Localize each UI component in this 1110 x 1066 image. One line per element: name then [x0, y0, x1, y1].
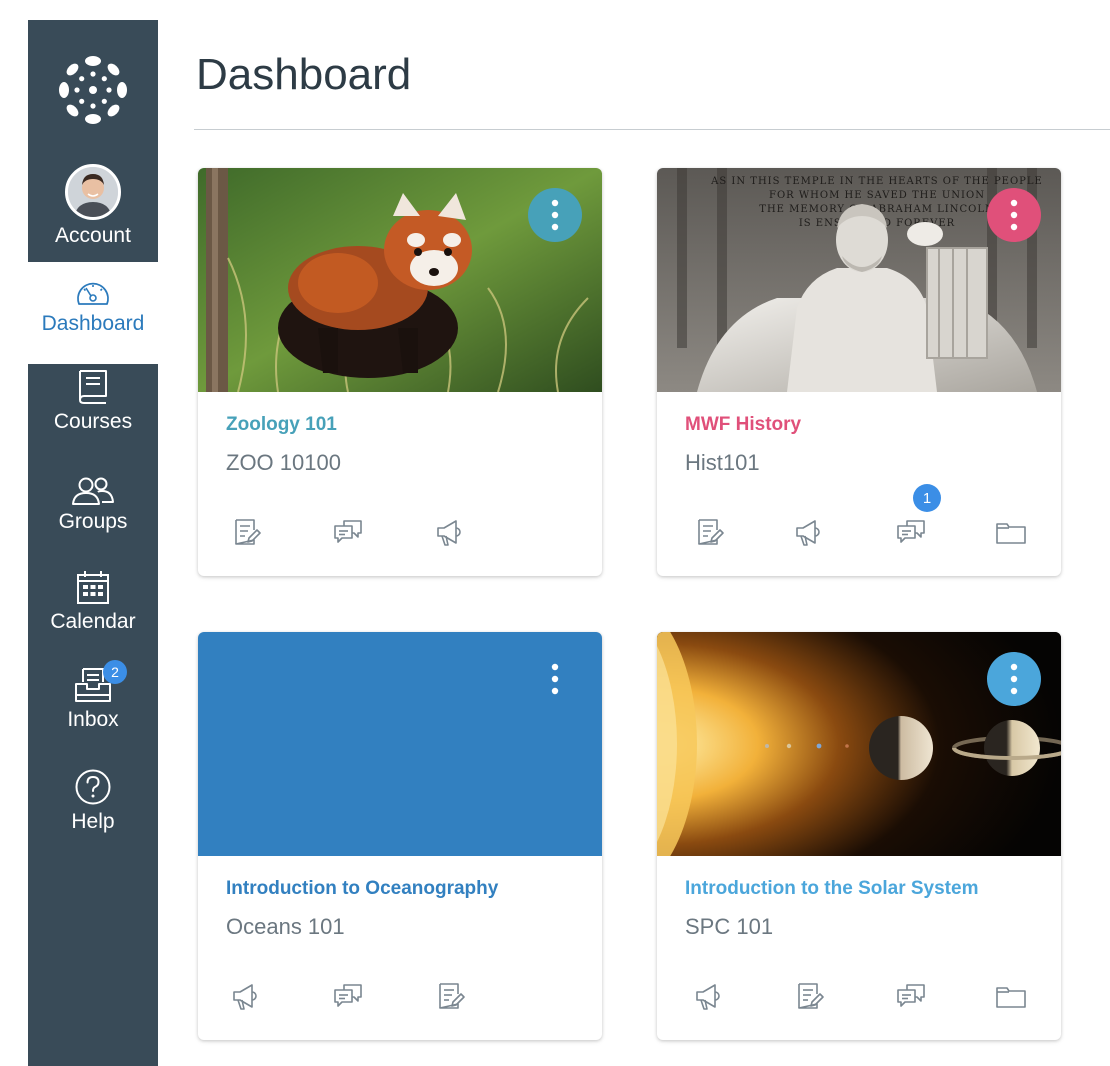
inbox-unread-badge: 2 [103, 660, 127, 684]
assignments-icon [693, 516, 725, 548]
files-action[interactable] [995, 516, 1027, 548]
card-options-button[interactable] [528, 188, 582, 242]
assignments-action[interactable] [230, 516, 262, 548]
assignments-icon [230, 516, 262, 548]
course-title[interactable]: Zoology 101 [226, 414, 337, 436]
announcements-icon [693, 980, 725, 1012]
nav-inbox-label: Inbox [67, 708, 119, 731]
svg-text:AS IN THIS TEMPLE IN THE HEART: AS IN THIS TEMPLE IN THE HEARTS OF THE P… [710, 176, 1043, 187]
discussions-action[interactable]: 1 [895, 484, 941, 548]
nav-account-label: Account [55, 224, 131, 247]
card-options-button[interactable] [528, 652, 582, 706]
course-code: ZOO 10100 [226, 450, 341, 475]
nav-groups[interactable]: Groups [28, 466, 158, 562]
dashboard-icon [77, 282, 109, 305]
course-title[interactable]: Introduction to Oceanography [226, 878, 498, 900]
files-icon [995, 980, 1027, 1012]
course-code: Oceans 101 [226, 914, 345, 939]
course-card-oceanography[interactable]: Introduction to Oceanography Oceans 101 [198, 632, 602, 1040]
card-actions [198, 516, 602, 556]
canvas-logo-icon [59, 56, 127, 124]
announcements-icon [434, 516, 466, 548]
card-actions [198, 980, 602, 1020]
card-options-button[interactable] [987, 652, 1041, 706]
header-divider [194, 129, 1110, 130]
courses-icon [79, 370, 107, 404]
card-actions: 1 [657, 484, 1061, 556]
assignments-icon [793, 980, 825, 1012]
files-action[interactable] [995, 980, 1027, 1012]
card-actions [657, 980, 1061, 1020]
course-card-solar-system[interactable]: Introduction to the Solar System SPC 101 [657, 632, 1061, 1040]
canvas-logo[interactable] [28, 20, 158, 160]
discussions-icon [895, 980, 927, 1012]
nav-dashboard-label: Dashboard [41, 312, 145, 335]
help-icon [75, 769, 111, 805]
discussions-icon [332, 980, 364, 1012]
nav-inbox[interactable]: 2 Inbox [28, 660, 158, 758]
announcements-action[interactable] [230, 980, 262, 1012]
announcements-action[interactable] [434, 516, 466, 548]
kebab-menu-icon [550, 198, 560, 232]
discussions-action[interactable] [895, 980, 927, 1012]
course-card-zoology[interactable]: Zoology 101 ZOO 10100 [198, 168, 602, 576]
announcements-icon [793, 516, 825, 548]
assignments-action[interactable] [434, 980, 466, 1012]
kebab-menu-icon [550, 662, 560, 696]
kebab-menu-icon [1009, 662, 1019, 696]
files-icon [995, 516, 1027, 548]
nav-courses[interactable]: Courses [28, 368, 158, 464]
nav-groups-label: Groups [58, 510, 128, 533]
course-card-history[interactable]: AS IN THIS TEMPLE IN THE HEARTS OF THE P… [657, 168, 1061, 576]
course-title[interactable]: MWF History [685, 414, 801, 436]
page-title: Dashboard [196, 50, 412, 99]
nav-help-label: Help [71, 810, 115, 833]
nav-courses-label: Courses [53, 410, 133, 433]
course-title[interactable]: Introduction to the Solar System [685, 878, 978, 900]
assignments-action[interactable] [793, 980, 825, 1012]
nav-help[interactable]: Help [28, 760, 158, 856]
nav-dashboard[interactable]: Dashboard [28, 262, 158, 364]
course-code: Hist101 [685, 450, 760, 475]
announcements-icon [230, 980, 262, 1012]
announcements-action[interactable] [793, 516, 825, 548]
nav-calendar[interactable]: Calendar [28, 564, 158, 660]
groups-icon [72, 477, 114, 505]
global-nav: Account Dashboard Courses Groups Calenda… [28, 20, 158, 1066]
discussions-icon [332, 516, 364, 548]
discussions-action[interactable] [332, 516, 364, 548]
discussions-unread-badge: 1 [913, 484, 941, 512]
discussions-icon [895, 516, 927, 548]
discussions-action[interactable] [332, 980, 364, 1012]
assignments-action[interactable] [693, 516, 725, 548]
nav-account[interactable]: Account [28, 160, 158, 262]
nav-calendar-label: Calendar [50, 610, 136, 633]
calendar-icon [77, 571, 109, 604]
assignments-icon [434, 980, 466, 1012]
card-options-button[interactable] [987, 188, 1041, 242]
avatar [65, 164, 121, 220]
course-code: SPC 101 [685, 914, 774, 939]
announcements-action[interactable] [693, 980, 725, 1012]
kebab-menu-icon [1009, 198, 1019, 232]
svg-text:FOR WHOM HE SAVED THE UNION: FOR WHOM HE SAVED THE UNION [769, 190, 985, 201]
